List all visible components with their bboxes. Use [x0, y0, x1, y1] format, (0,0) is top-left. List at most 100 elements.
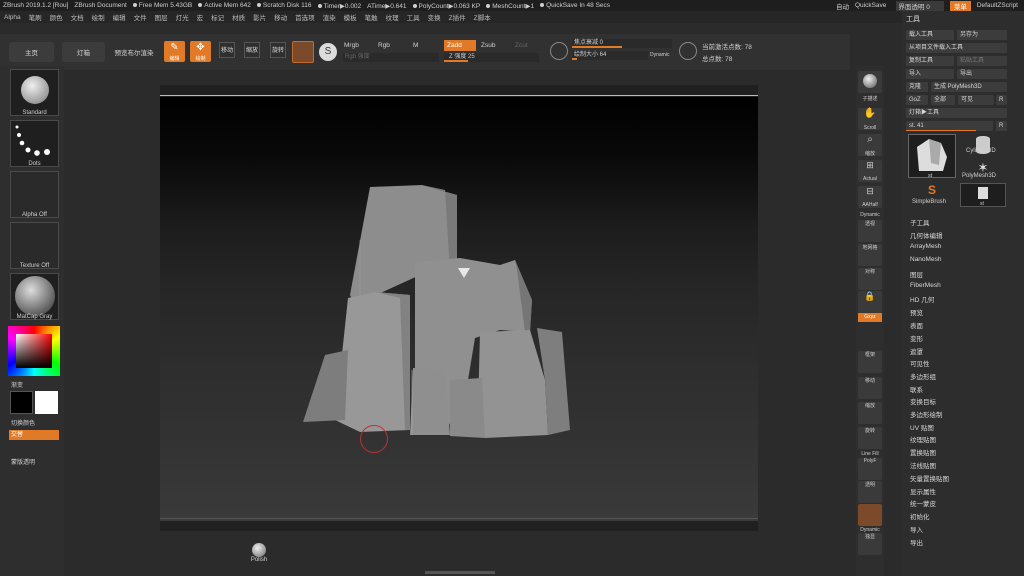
section-surface[interactable]: 表面	[910, 320, 923, 330]
section-normal-map[interactable]: 法线贴图	[910, 460, 936, 470]
scale-view-button[interactable]: 缩放	[858, 402, 882, 424]
stroke-thumbnail[interactable]	[10, 120, 59, 167]
zadd-button[interactable]: Zadd	[444, 40, 476, 51]
color-picker[interactable]	[8, 326, 60, 376]
menu-brush[interactable]: 笔刷	[25, 12, 46, 22]
copy-tool-button[interactable]: 复制工具	[906, 56, 954, 66]
edit-button[interactable]: ✎ 编辑	[164, 41, 185, 62]
section-contact[interactable]: 联系	[910, 384, 923, 394]
dynamic-button[interactable]: Dynamic	[650, 52, 669, 58]
brush-thumbnail[interactable]	[10, 69, 59, 116]
section-texture-map[interactable]: 纹理贴图	[910, 434, 936, 444]
section-unified-skin[interactable]: 统一蒙皮	[910, 498, 936, 508]
quicksave-button[interactable]: QuickSave	[855, 2, 886, 9]
section-visibility[interactable]: 可见性	[910, 358, 930, 368]
polyf-button[interactable]: PolyF	[858, 458, 882, 480]
mrgb-button[interactable]: Mrgb	[344, 42, 359, 49]
lock-button[interactable]: 🔒	[858, 291, 882, 313]
focal-shift-slider[interactable]: 焦点衰减 0	[572, 39, 672, 48]
menu-edit[interactable]: 编辑	[109, 12, 130, 22]
menu-stencil[interactable]: 模板	[340, 12, 361, 22]
menu-tool[interactable]: 工具	[403, 12, 424, 22]
section-import[interactable]: 导入	[910, 524, 923, 534]
section-deformation[interactable]: 变形	[910, 333, 923, 343]
section-uv-map[interactable]: UV 贴图	[910, 422, 934, 432]
m-button[interactable]: M	[413, 42, 418, 49]
clone-button[interactable]: 克隆	[906, 82, 928, 92]
menu-zplugin[interactable]: Z插件	[445, 12, 470, 22]
cylinder3d-thumb[interactable]	[960, 134, 1006, 160]
frame-button[interactable]: 框架	[858, 351, 882, 373]
zsub-button[interactable]: Zsub	[481, 42, 495, 49]
focal-icon[interactable]	[550, 42, 568, 60]
switch-color-button[interactable]: 切换颜色	[11, 418, 35, 427]
load-from-project-button[interactable]: 从项目文件载入工具	[906, 43, 1007, 53]
home-button[interactable]: 主页	[9, 42, 54, 62]
menu-zscript[interactable]: Z脚本	[470, 12, 495, 22]
menu-preferences[interactable]: 首选项	[291, 12, 319, 22]
menu-move[interactable]: 移动	[270, 12, 291, 22]
section-polypaint[interactable]: 多边形绘制	[910, 409, 943, 419]
material-sphere-icon[interactable]	[292, 41, 314, 63]
rotate-view-button[interactable]: 旋转	[858, 427, 882, 449]
tool-palette-header[interactable]: 工具	[906, 14, 920, 24]
transparent-button[interactable]: 透明	[858, 481, 882, 503]
menu-draw[interactable]: 绘制	[88, 12, 109, 22]
zcut-button[interactable]: Zcut	[515, 42, 528, 49]
symmetry-button[interactable]: 对称	[858, 268, 882, 290]
draw-size-slider[interactable]: 绘制大小 64	[572, 51, 648, 60]
import-button[interactable]: 导入	[906, 69, 954, 79]
menu-macro[interactable]: 宏	[193, 12, 208, 22]
bottom-scroll-indicator[interactable]	[425, 571, 495, 574]
menu-movie[interactable]: 影片	[249, 12, 270, 22]
visible-button[interactable]: 可见	[958, 95, 994, 105]
preview-render-button[interactable]: 预览布尔渲染	[110, 42, 158, 62]
paste-tool-button[interactable]: 粘贴工具	[957, 56, 1007, 66]
section-polygroups[interactable]: 多边形组	[910, 371, 936, 381]
stroke-s-icon[interactable]: S	[319, 43, 337, 61]
section-geometry[interactable]: 几何体编辑	[910, 230, 943, 240]
primary-color-swatch[interactable]	[10, 391, 33, 414]
current-tool-r-button[interactable]: R	[996, 121, 1007, 131]
polish-brush-button[interactable]: Polish	[248, 543, 270, 569]
all-button[interactable]: 全部	[931, 95, 955, 105]
goz-button[interactable]: GoZ	[906, 95, 928, 105]
section-export[interactable]: 导出	[910, 537, 923, 547]
menu-document[interactable]: 文档	[67, 12, 88, 22]
menu-texture[interactable]: 纹理	[382, 12, 403, 22]
alternate-button[interactable]: 交替	[9, 430, 59, 440]
tool-thumb-current[interactable]	[908, 134, 956, 178]
scale-button[interactable]: 缩放	[244, 42, 260, 58]
make-polymesh-button[interactable]: 生成 PolyMesh3D	[931, 82, 1007, 92]
section-initialize[interactable]: 初始化	[910, 511, 930, 521]
menu-color[interactable]: 颜色	[46, 12, 67, 22]
section-vector-displacement[interactable]: 矢量置换贴图	[910, 473, 949, 483]
material-thumbnail[interactable]	[10, 273, 59, 320]
default-zscript-button[interactable]: DefaultZScript	[977, 2, 1018, 9]
menu-marker[interactable]: 标记	[207, 12, 228, 22]
section-morph-target[interactable]: 变换目标	[910, 396, 936, 406]
section-fibermesh[interactable]: FiberMesh	[910, 282, 941, 289]
color-picker-square[interactable]	[16, 334, 52, 368]
section-display-properties[interactable]: 显示属性	[910, 486, 936, 496]
menu-layer[interactable]: 图层	[151, 12, 172, 22]
section-displacement-map[interactable]: 置换贴图	[910, 447, 936, 457]
menu-stroke[interactable]: 笔触	[361, 12, 382, 22]
floor-grid-button[interactable]: 地网格	[858, 244, 882, 266]
menu-render[interactable]: 渲染	[319, 12, 340, 22]
section-preview[interactable]: 预览	[910, 307, 923, 317]
rgb-intensity-slider[interactable]: Rgb 强度	[343, 53, 439, 62]
move-view-button[interactable]: 移动	[858, 377, 882, 399]
alpha-thumbnail[interactable]	[10, 171, 59, 218]
move-button[interactable]: 移动	[219, 42, 235, 58]
lightbox-tools-button[interactable]: 灯箱▶工具	[906, 108, 1007, 118]
shelf-label-dynamic[interactable]: Dynamic	[852, 212, 888, 218]
menu-material[interactable]: 材质	[228, 12, 249, 22]
goz-r-button[interactable]: R	[996, 95, 1007, 105]
ui-transparency-slider[interactable]: 界面透明 0	[896, 0, 944, 11]
menu-alpha[interactable]: Alpha	[0, 14, 25, 21]
menu-transform[interactable]: 变换	[424, 12, 445, 22]
texture-thumbnail[interactable]	[10, 222, 59, 269]
menu-light[interactable]: 灯光	[172, 12, 193, 22]
section-nanomesh[interactable]: NanoMesh	[910, 256, 941, 263]
